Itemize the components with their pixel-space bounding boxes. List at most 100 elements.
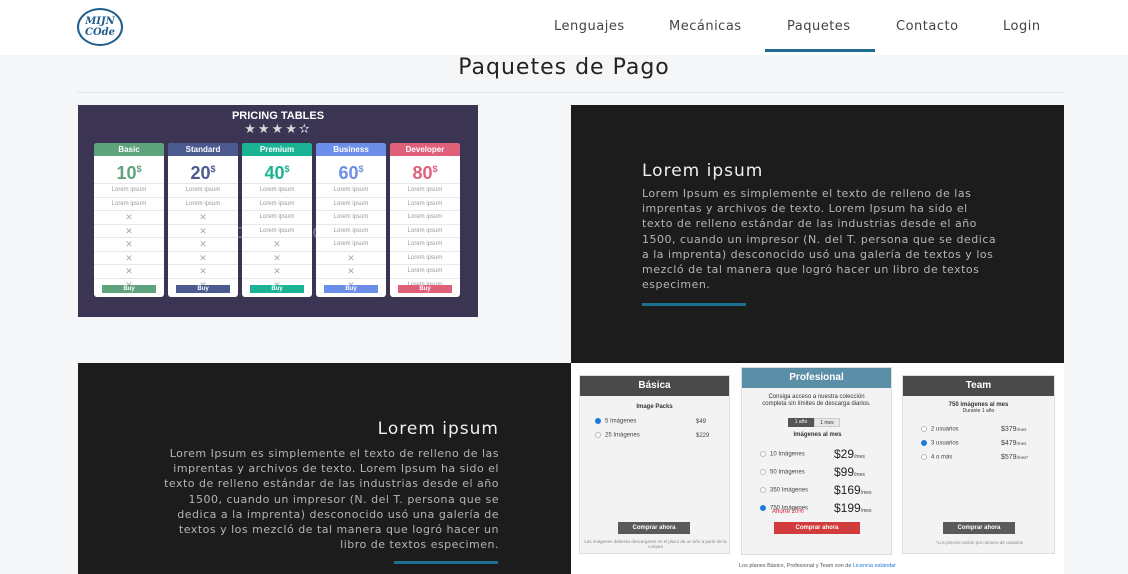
plan-card-team: Team 750 imágenes al mes Durante 1 año C… bbox=[902, 375, 1055, 554]
plan-profesional-price: $169/mes bbox=[834, 483, 872, 497]
feature-row-cross-icon: ✕ bbox=[316, 250, 386, 265]
feature-row-cross-icon: ✕ bbox=[94, 250, 164, 265]
site-logo[interactable]: MIJN COde bbox=[77, 8, 123, 46]
feature-row: Lorem ipsum bbox=[316, 210, 386, 224]
plan-profesional-option[interactable]: 750 Imágenes bbox=[760, 505, 808, 512]
buy-button-profesional[interactable]: Comprar ahora bbox=[774, 522, 860, 534]
logo-line-2: COde bbox=[84, 27, 116, 38]
panel-2-text: Lorem Ipsum es simplemente el texto de r… bbox=[164, 447, 499, 552]
feature-row-cross-icon: ✕ bbox=[94, 237, 164, 251]
pricing-column-standard: Standard20$Lorem ipsumLorem ipsum✕✕✕✕✕✕B… bbox=[168, 143, 238, 297]
buy-button[interactable]: Buy bbox=[324, 285, 378, 293]
feature-row: Lorem ipsum bbox=[316, 223, 386, 238]
feature-row: Lorem ipsum bbox=[390, 264, 460, 278]
nav-contacto[interactable]: Contacto bbox=[896, 19, 959, 34]
panel-1-text: Lorem Ipsum es simplemente el texto de r… bbox=[642, 187, 997, 292]
title-divider bbox=[78, 92, 1064, 93]
feature-row: Lorem ipsum bbox=[390, 183, 460, 197]
pricing-column-business: Business 60$ Lorem ipsum Lorem ipsum Lorem i… bbox=[316, 143, 386, 297]
nav-mecanicas[interactable]: Mecánicas bbox=[669, 19, 742, 34]
panel-1-accent-line bbox=[642, 303, 746, 306]
plan-profesional-option[interactable]: 350 Imágenes bbox=[760, 487, 808, 494]
plan-profesional-price: $99/mes bbox=[834, 465, 865, 479]
buy-button-team[interactable]: Comprar ahora bbox=[943, 522, 1015, 534]
feature-row: Lorem ipsum bbox=[316, 196, 386, 211]
plan-profesional-option[interactable]: 10 Imágenes bbox=[760, 451, 805, 458]
feature-row: Lorem ipsum bbox=[94, 196, 164, 211]
plan-basica-note: Las imágenes deberán descargarse en el p… bbox=[584, 539, 727, 549]
nav-paquetes[interactable]: Paquetes bbox=[787, 19, 851, 34]
feature-row: Lorem ipsum bbox=[242, 223, 312, 238]
pricing-column-price: 20$ bbox=[190, 163, 216, 183]
feature-row-cross-icon: ✕ bbox=[94, 210, 164, 224]
active-nav-indicator bbox=[765, 49, 875, 52]
plan-basica-option-2[interactable]: 25 Imágenes bbox=[595, 432, 640, 439]
plan-team-option[interactable]: 4 o más bbox=[921, 454, 952, 461]
feature-row-cross-icon: ✕ bbox=[242, 264, 312, 278]
panel-1-title: Lorem ipsum bbox=[642, 161, 764, 181]
buy-button[interactable]: Buy bbox=[102, 285, 156, 293]
feature-row-cross-icon: ✕ bbox=[94, 264, 164, 278]
plan-profesional-desc: Consiga acceso a nuestra colección compl… bbox=[762, 394, 871, 407]
feature-row: Lorem ipsum bbox=[390, 196, 460, 211]
nav-login[interactable]: Login bbox=[1003, 19, 1041, 34]
plan-team-option[interactable]: 3 usuarios bbox=[921, 440, 959, 447]
radio-icon bbox=[760, 469, 766, 475]
pricing-column-header: Basic bbox=[94, 143, 164, 156]
plan-basica-option-1[interactable]: 5 Imágenes bbox=[595, 418, 636, 425]
feature-row: Lorem ipsum bbox=[390, 210, 460, 224]
radio-icon bbox=[921, 454, 927, 460]
feature-row: Lorem ipsum bbox=[390, 237, 460, 251]
plan-card-basica: Básica Image Packs 5 Imágenes $49 25 Imá… bbox=[579, 375, 730, 554]
radio-icon bbox=[760, 487, 766, 493]
pricing-column-price: 80$ bbox=[412, 163, 438, 183]
pricing-column-header: Developer bbox=[390, 143, 460, 156]
feature-row: Lorem ipsum bbox=[242, 196, 312, 211]
feature-row: Lorem ipsum bbox=[168, 196, 238, 211]
plan-basica-subtitle: Image Packs bbox=[636, 404, 673, 410]
plan-basica-price-1: $49 bbox=[696, 419, 707, 425]
feature-row-cross-icon: ✕ bbox=[168, 237, 238, 251]
toggle-year[interactable]: 1 año bbox=[788, 418, 814, 427]
rating-stars: ★★★★✫ bbox=[244, 122, 312, 137]
pricing-column-premium: Premium 40$ Lorem ipsum Lorem ipsum Lorem ip… bbox=[242, 143, 312, 297]
license-link[interactable]: Licencia estándar bbox=[853, 563, 896, 569]
buy-button[interactable]: Buy bbox=[176, 285, 230, 293]
pricing-tables-image: PRICING TABLES ★★★★✫ depositphotos Basic… bbox=[78, 105, 478, 317]
radio-selected-icon bbox=[595, 418, 601, 424]
toggle-month[interactable]: 1 mes bbox=[814, 418, 840, 427]
feature-row: Lorem ipsum bbox=[390, 223, 460, 238]
nav-lenguajes[interactable]: Lenguajes bbox=[554, 19, 625, 34]
radio-icon bbox=[921, 426, 927, 432]
plan-basica-price-2: $229 bbox=[696, 433, 710, 439]
feature-row-cross-icon: ✕ bbox=[168, 264, 238, 278]
feature-row: Lorem ipsum bbox=[316, 237, 386, 251]
radio-icon bbox=[595, 432, 601, 438]
radio-selected-icon bbox=[760, 505, 766, 511]
feature-row-cross-icon: ✕ bbox=[168, 250, 238, 265]
pricing-column-header: Premium bbox=[242, 143, 312, 156]
feature-row: Lorem ipsum bbox=[242, 210, 312, 224]
feature-row: Lorem ipsum bbox=[316, 183, 386, 197]
feature-row-cross-icon: ✕ bbox=[168, 223, 238, 238]
feature-row-cross-icon: ✕ bbox=[94, 223, 164, 238]
navbar: MIJN COde Lenguajes Mecánicas Paquetes C… bbox=[0, 0, 1128, 55]
pricing-column-developer: Developer 80$ Lorem ipsum Lorem ipsum Lorem … bbox=[390, 143, 460, 297]
feature-row-cross-icon: ✕ bbox=[316, 264, 386, 278]
feature-row-cross-icon: ✕ bbox=[242, 237, 312, 251]
buy-button[interactable]: Buy bbox=[250, 285, 304, 293]
plan-team-duration: Durante 1 año bbox=[962, 408, 995, 414]
feature-row: Lorem ipsum bbox=[94, 183, 164, 197]
plan-profesional-option[interactable]: 50 Imágenes bbox=[760, 469, 805, 476]
plan-team-option[interactable]: 2 usuarios bbox=[921, 426, 959, 433]
buy-button[interactable]: Buy bbox=[398, 285, 452, 293]
info-panel-2: Lorem ipsum Lorem Ipsum es simplemente e… bbox=[78, 363, 571, 574]
plan-team-note: *Los precios varían por número de usuari… bbox=[935, 540, 1024, 545]
plan-team-price: $379/mes bbox=[1001, 426, 1027, 433]
pricing-column-basic: Basic10$Lorem ipsumLorem ipsum✕✕✕✕✕✕Buy bbox=[94, 143, 164, 297]
buy-button-basica[interactable]: Comprar ahora bbox=[618, 522, 690, 534]
plan-card-profesional: Profesional Consiga acceso a nuestra col… bbox=[741, 367, 892, 555]
radio-icon bbox=[760, 451, 766, 457]
plan-basica-title: Básica bbox=[580, 376, 729, 396]
pricing-column-header: Standard bbox=[168, 143, 238, 156]
